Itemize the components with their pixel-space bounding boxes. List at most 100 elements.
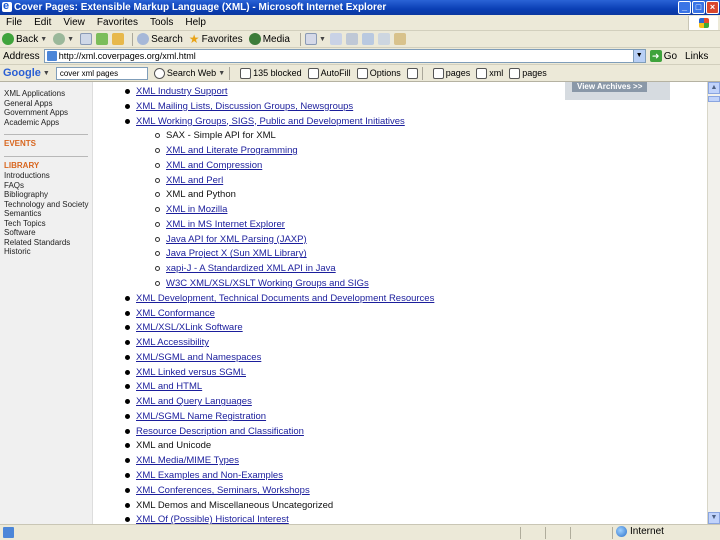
menu-favorites[interactable]: Favorites xyxy=(97,17,138,28)
list-item[interactable]: XML Conferences, Seminars, Workshops xyxy=(125,485,310,496)
discuss-icon[interactable] xyxy=(377,33,390,45)
list-item[interactable]: Java Project X (Sun XML Library) xyxy=(155,248,307,259)
edit-icon[interactable] xyxy=(361,33,374,45)
list-item[interactable]: XML Accessibility xyxy=(125,337,209,348)
scroll-down-button[interactable]: ▼ xyxy=(708,512,720,524)
topic-link[interactable]: W3C XML/XSL/XSLT Working Groups and SIGs xyxy=(166,278,369,289)
topic-link[interactable]: XML Examples and Non-Examples xyxy=(136,470,283,481)
google-search-input[interactable]: cover xml pages xyxy=(55,66,148,80)
stop-icon[interactable] xyxy=(80,33,93,45)
list-item[interactable]: XML/SGML and Namespaces xyxy=(125,352,261,363)
list-item[interactable]: XML in MS Internet Explorer xyxy=(155,219,285,230)
topic-link[interactable]: xapi-J - A Standardized XML API in Java xyxy=(166,263,336,274)
chevron-down-icon[interactable]: ▼ xyxy=(67,36,74,43)
topic-link[interactable]: Java Project X (Sun XML Library) xyxy=(166,248,307,259)
topic-link[interactable]: XML in Mozilla xyxy=(166,204,227,215)
topic-link[interactable]: XML/SGML Name Registration xyxy=(136,411,266,422)
back-button[interactable]: Back ▼ xyxy=(2,33,47,45)
sidebar-item-related-standards[interactable]: Related Standards xyxy=(4,238,92,248)
topic-link[interactable]: XML Development, Technical Documents and… xyxy=(136,293,434,304)
sidebar-item-faqs[interactable]: FAQs xyxy=(4,181,92,191)
list-item[interactable]: XML Of (Possible) Historical Interest xyxy=(125,514,289,524)
topic-link[interactable]: XML Mailing Lists, Discussion Groups, Ne… xyxy=(136,101,353,112)
topic-link[interactable]: XML and Literate Programming xyxy=(166,145,298,156)
highlight-icon[interactable] xyxy=(406,67,418,79)
topic-link[interactable]: XML/XSL/XLink Software xyxy=(136,322,243,333)
list-item[interactable]: XML Media/MIME Types xyxy=(125,455,239,466)
scroll-thumb[interactable] xyxy=(708,96,720,102)
sidebar-item-general-apps[interactable]: General Apps xyxy=(4,99,92,109)
chevron-down-icon[interactable]: ▼ xyxy=(40,36,47,43)
list-item[interactable]: XML/SGML Name Registration xyxy=(125,411,266,422)
list-item[interactable]: Java API for XML Parsing (JAXP) xyxy=(155,234,307,245)
google-logo[interactable]: Google xyxy=(3,67,41,79)
menu-edit[interactable]: Edit xyxy=(34,17,51,28)
sidebar-item-technology-society[interactable]: Technology and Society xyxy=(4,200,92,210)
list-item[interactable]: W3C XML/XSL/XSLT Working Groups and SIGs xyxy=(155,278,369,289)
list-item[interactable]: XML Working Groups, SIGS, Public and Dev… xyxy=(125,116,405,127)
sidebar-item-academic-apps[interactable]: Academic Apps xyxy=(4,118,92,128)
chevron-down-icon[interactable]: ▼ xyxy=(43,70,50,77)
sidebar-item-tech-topics[interactable]: Tech Topics xyxy=(4,219,92,229)
sidebar-item-xml-applications[interactable]: XML Applications xyxy=(4,89,92,99)
list-item[interactable]: XML Industry Support xyxy=(125,86,228,97)
topic-link[interactable]: XML and HTML xyxy=(136,381,202,392)
sidebar-item-software[interactable]: Software xyxy=(4,228,92,238)
maximize-button[interactable]: □ xyxy=(692,1,705,14)
view-archives-button[interactable]: View Archives >> xyxy=(572,82,648,92)
links-button[interactable]: Links xyxy=(685,51,708,62)
topic-link[interactable]: XML and Compression xyxy=(166,160,262,171)
menu-help[interactable]: Help xyxy=(185,17,206,28)
home-icon[interactable] xyxy=(112,33,125,45)
chevron-down-icon[interactable]: ▼ xyxy=(218,70,225,77)
list-item[interactable]: Resource Description and Classification xyxy=(125,426,304,437)
topic-link[interactable]: XML Accessibility xyxy=(136,337,209,348)
messenger-icon[interactable] xyxy=(393,33,406,45)
popup-blocker-button[interactable]: 135 blocked xyxy=(240,67,302,79)
list-item[interactable]: XML and Query Languages xyxy=(125,396,252,407)
topic-link[interactable]: XML/SGML and Namespaces xyxy=(136,352,261,363)
topic-link[interactable]: XML Industry Support xyxy=(136,86,228,97)
address-input[interactable]: http://xml.coverpages.org/xml.html xyxy=(43,49,634,63)
list-item[interactable]: XML and Compression xyxy=(155,160,262,171)
list-item[interactable]: XML Conformance xyxy=(125,308,215,319)
list-item[interactable]: XML and Literate Programming xyxy=(155,145,298,156)
history-icon[interactable] xyxy=(304,33,317,45)
list-item[interactable]: XML and Perl xyxy=(155,175,223,186)
topic-link[interactable]: XML and Query Languages xyxy=(136,396,252,407)
menu-tools[interactable]: Tools xyxy=(150,17,173,28)
search-term-pages-button[interactable]: pages xyxy=(432,67,470,79)
options-button[interactable]: Options xyxy=(356,67,401,79)
address-dropdown-button[interactable]: ▼ xyxy=(633,49,646,63)
refresh-icon[interactable] xyxy=(96,33,109,45)
list-item[interactable]: XML Development, Technical Documents and… xyxy=(125,293,434,304)
sidebar-item-government-apps[interactable]: Government Apps xyxy=(4,108,92,118)
menu-view[interactable]: View xyxy=(63,17,85,28)
minimize-button[interactable]: _ xyxy=(678,1,691,14)
media-button[interactable]: Media xyxy=(248,33,290,45)
topic-link[interactable]: XML and Perl xyxy=(166,175,223,186)
list-item[interactable]: XML Examples and Non-Examples xyxy=(125,470,283,481)
topic-link[interactable]: Java API for XML Parsing (JAXP) xyxy=(166,234,307,245)
search-term-pages-button-2[interactable]: pages xyxy=(509,67,547,79)
search-button[interactable]: Search xyxy=(137,33,183,45)
favorites-button[interactable]: ★ Favorites xyxy=(189,33,243,45)
topic-link[interactable]: Resource Description and Classification xyxy=(136,426,304,437)
sidebar-events-heading[interactable]: EVENTS xyxy=(4,139,92,149)
topic-link[interactable]: XML Of (Possible) Historical Interest xyxy=(136,514,289,524)
list-item[interactable]: XML Mailing Lists, Discussion Groups, Ne… xyxy=(125,101,353,112)
topic-link[interactable]: XML Linked versus SGML xyxy=(136,367,246,378)
topic-link[interactable]: XML Media/MIME Types xyxy=(136,455,239,466)
sidebar-item-historic[interactable]: Historic xyxy=(4,247,92,257)
topic-link[interactable]: XML in MS Internet Explorer xyxy=(166,219,285,230)
vertical-scrollbar[interactable]: ▲ ▼ xyxy=(707,82,720,524)
autofill-button[interactable]: AutoFill xyxy=(307,67,351,79)
sidebar-item-introductions[interactable]: Introductions xyxy=(4,171,92,181)
forward-button[interactable]: ▼ xyxy=(53,33,74,45)
sidebar-item-bibliography[interactable]: Bibliography xyxy=(4,190,92,200)
list-item[interactable]: xapi-J - A Standardized XML API in Java xyxy=(155,263,336,274)
sidebar-library-heading[interactable]: LIBRARY xyxy=(4,161,92,171)
topic-link[interactable]: XML Working Groups, SIGS, Public and Dev… xyxy=(136,116,405,127)
list-item[interactable]: XML Linked versus SGML xyxy=(125,367,246,378)
sidebar-item-semantics[interactable]: Semantics xyxy=(4,209,92,219)
